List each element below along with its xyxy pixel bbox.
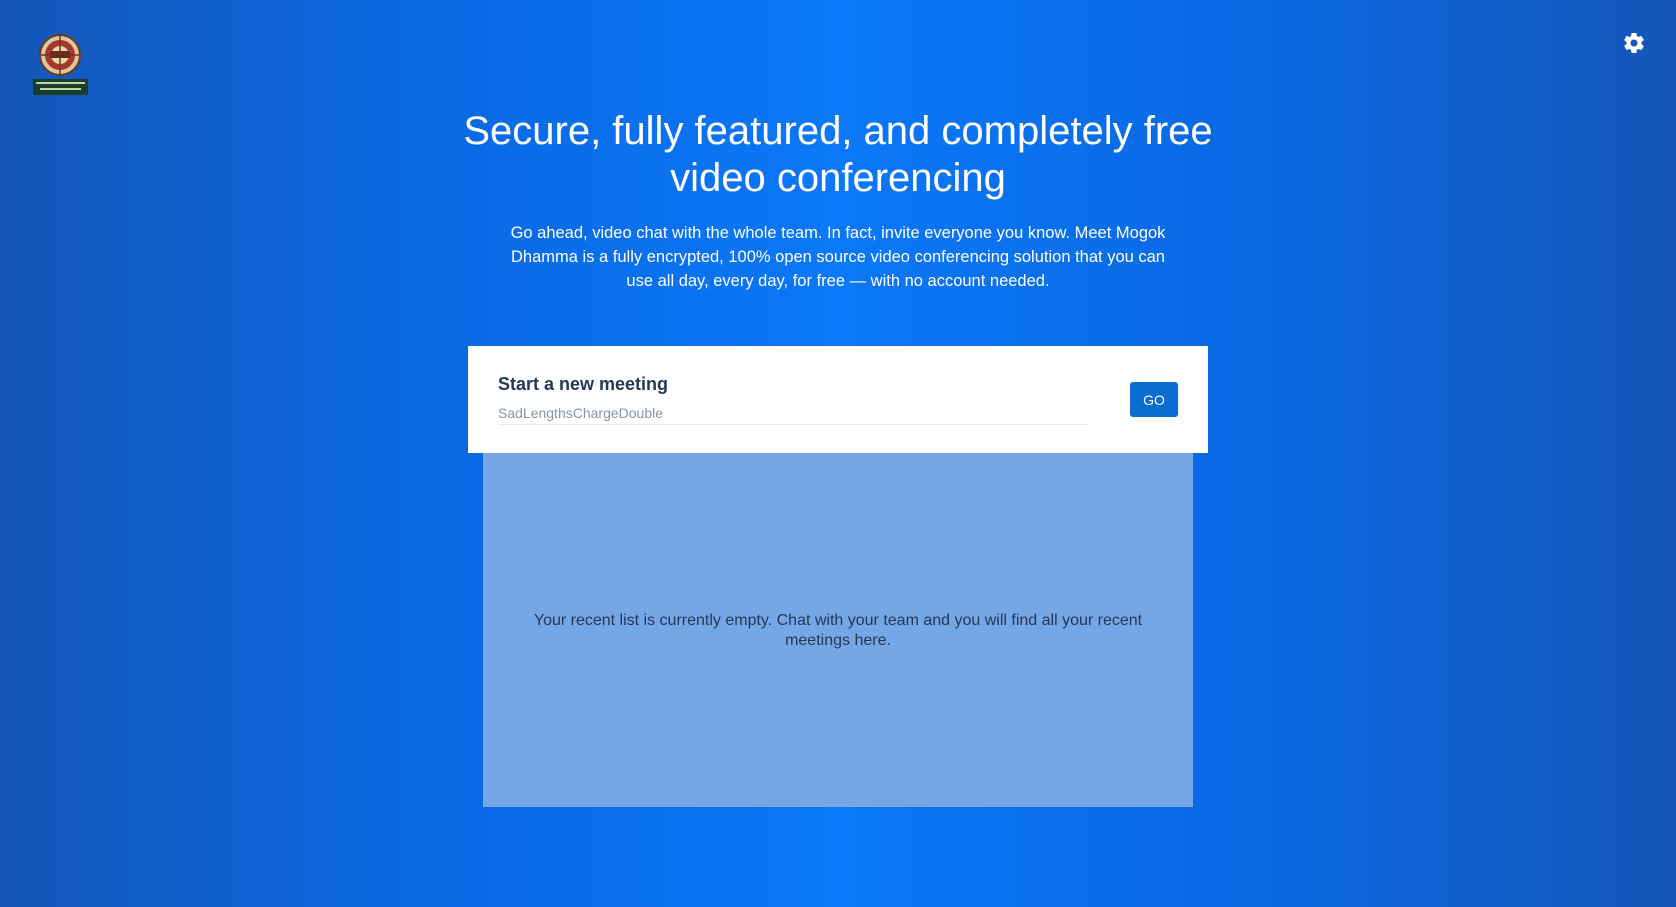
mogok-dhamma-logo[interactable] [32,33,89,97]
recent-list-panel: Your recent list is currently empty. Cha… [483,453,1193,807]
welcome-title: Secure, fully featured, and completely f… [463,109,1213,200]
recent-list-empty-message: Your recent list is currently empty. Cha… [533,612,1143,649]
settings-button[interactable] [1622,31,1646,55]
new-meeting-title: Start a new meeting [498,374,669,394]
gear-icon [1624,33,1644,53]
new-meeting-card: Start a new meeting GO [468,346,1208,453]
welcome-description: Go ahead, video chat with the whole team… [510,224,1166,290]
room-name-input[interactable] [498,402,1088,425]
go-button[interactable]: GO [1130,382,1178,417]
